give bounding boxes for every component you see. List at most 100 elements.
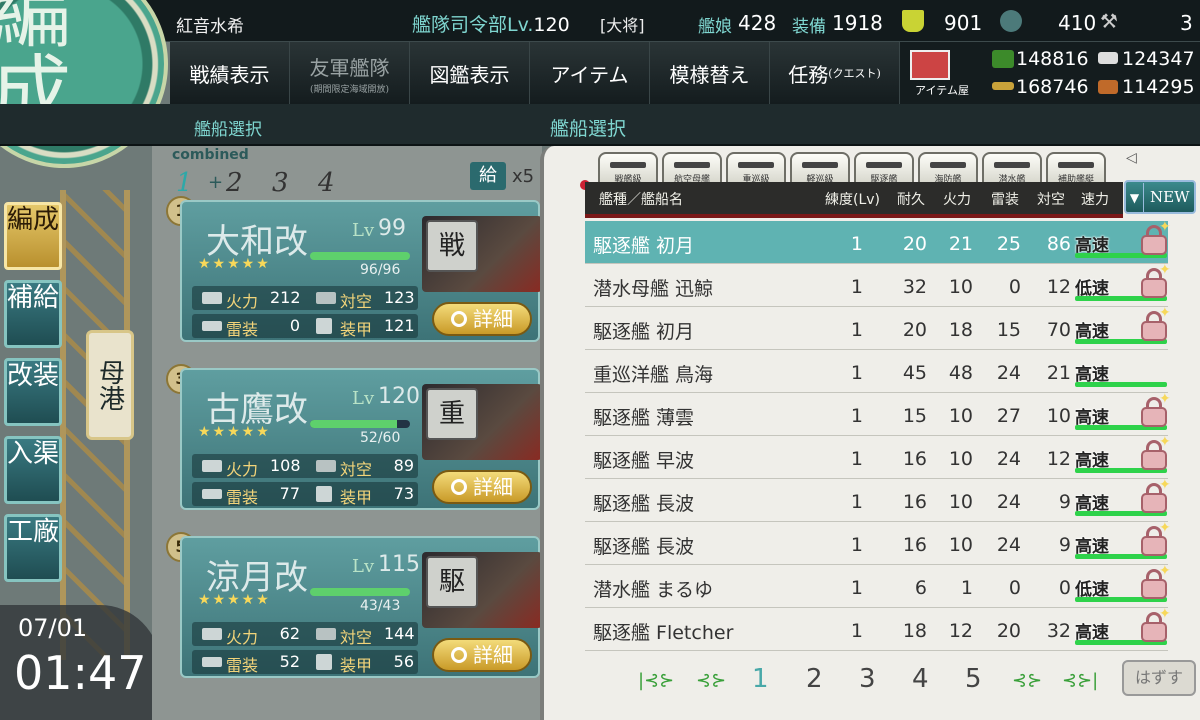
col-torpedo[interactable]: 雷装 xyxy=(991,189,1019,209)
fleet-tab-4[interactable]: 4 xyxy=(318,168,335,198)
lock-body xyxy=(1141,450,1167,470)
ship-detail-button[interactable]: 詳細 xyxy=(432,638,532,672)
port-button[interactable]: 母港 xyxy=(86,330,134,440)
heart-lock-icon[interactable]: ✦ xyxy=(1139,606,1171,642)
ship-stars: ★★★★★ xyxy=(198,592,271,608)
ship-list-firepower: 10 xyxy=(948,534,973,556)
ship-list-row[interactable]: 駆逐艦 長波 1 16 10 24 9 高速 ✦ xyxy=(585,477,1171,522)
menu-friend-fleet[interactable]: 友軍艦隊 (期間限定海域開放) xyxy=(290,42,410,104)
menu-furniture[interactable]: 模様替え xyxy=(650,42,770,104)
sort-button[interactable]: ▼ NEW xyxy=(1124,180,1196,214)
heart-lock-icon[interactable]: ✦ xyxy=(1139,477,1171,513)
nav-repair[interactable]: 入渠 xyxy=(4,436,62,504)
ship-list-row[interactable]: 駆逐艦 長波 1 16 10 24 9 高速 ✦ xyxy=(585,520,1171,565)
ship-detail-button[interactable]: 詳細 xyxy=(432,302,532,336)
heart-lock-icon[interactable]: ✦ xyxy=(1139,563,1171,599)
ship-list-row[interactable]: 重巡洋艦 鳥海 1 45 48 24 21 高速 xyxy=(585,350,1168,393)
supply-button[interactable]: 給 xyxy=(470,162,506,190)
fleet-ship-card[interactable]: 重 古鷹改 Lv 120 ★★★★★ 52/60 火力 108 対空 89 雷装… xyxy=(180,368,542,510)
ship-list-name: 潜水艦 まるゆ xyxy=(593,579,714,601)
category-tab[interactable]: 海防艦 xyxy=(918,152,978,185)
ship-list-firepower: 10 xyxy=(948,405,973,427)
page-1[interactable]: 1 xyxy=(752,664,769,694)
torpedo-value: 77 xyxy=(279,484,300,503)
col-firepower[interactable]: 火力 xyxy=(943,189,971,209)
ship-list-row[interactable]: 潜水母艦 迅鯨 1 32 10 0 12 低速 ✦ xyxy=(585,262,1171,307)
nav-supply[interactable]: 補給 xyxy=(4,280,62,348)
ship-list-name: 重巡洋艦 鳥海 xyxy=(593,364,714,386)
page-5[interactable]: 5 xyxy=(965,664,982,694)
fleet-tab-2[interactable]: 2 xyxy=(226,168,243,198)
ship-list-aa: 12 xyxy=(1046,448,1071,470)
ship-list-row[interactable]: 駆逐艦 薄雲 1 15 10 27 10 高速 ✦ xyxy=(585,391,1171,436)
col-name[interactable]: 艦種／艦船名 xyxy=(599,189,683,209)
ship-list-row[interactable]: 駆逐艦 Fletcher 1 18 12 20 32 高速 ✦ xyxy=(585,606,1171,651)
ship-list-row[interactable]: 潜水艦 まるゆ 1 6 1 0 0 低速 ✦ xyxy=(585,563,1171,608)
equipment-label: 装備 xyxy=(792,17,826,37)
item-shop-button[interactable]: アイテム屋 xyxy=(900,42,984,104)
sparkle-icon: ✦ xyxy=(1159,219,1171,235)
page-4[interactable]: 4 xyxy=(912,664,929,694)
ship-list-aa: 12 xyxy=(1046,276,1071,298)
ship-list-aa: 9 xyxy=(1058,534,1071,556)
screw-icon: ⚒ xyxy=(1100,9,1118,33)
prev-page-button[interactable]: ⊰⊱ xyxy=(696,670,726,691)
ship-detail-button[interactable]: 詳細 xyxy=(432,470,532,504)
fleet-tab-3[interactable]: 3 xyxy=(272,168,289,198)
magnifier-icon xyxy=(451,479,467,495)
nav-arsenal[interactable]: 工廠 xyxy=(4,514,62,582)
ship-list-aa: 0 xyxy=(1058,577,1071,599)
ship-list-row[interactable]: 駆逐艦 早波 1 16 10 24 12 高速 ✦ xyxy=(585,434,1171,479)
stat-row-2: 雷装 52 装甲 56 xyxy=(192,650,418,675)
ship-list-level: 1 xyxy=(850,319,863,341)
armor-value: 121 xyxy=(384,316,415,335)
menu-items[interactable]: アイテム xyxy=(530,42,650,104)
menu-picture-book[interactable]: 図鑑表示 xyxy=(410,42,530,104)
category-tab[interactable]: 軽巡級 xyxy=(790,152,850,185)
heart-lock-icon[interactable]: ✦ xyxy=(1139,262,1171,298)
shiplist-section-title: 艦船選択 xyxy=(550,118,627,140)
nav-remodel[interactable]: 改装 xyxy=(4,358,62,426)
fleet-tab-1[interactable]: 1 xyxy=(176,168,193,198)
col-aa[interactable]: 対空 xyxy=(1037,189,1065,209)
remove-ship-button[interactable]: はずす xyxy=(1122,660,1196,696)
torpedo-value: 0 xyxy=(289,316,300,335)
last-page-button[interactable]: ⊰⊱| xyxy=(1062,670,1098,691)
page-3[interactable]: 3 xyxy=(859,664,876,694)
category-tab[interactable]: 補助艦艇 xyxy=(1046,152,1106,185)
category-tab[interactable]: 航空母艦 xyxy=(662,152,722,185)
torpedo-label: 雷装 xyxy=(226,488,259,507)
first-page-button[interactable]: |⊰⊱ xyxy=(638,670,674,691)
heart-lock-icon[interactable]: ✦ xyxy=(1139,520,1171,556)
menu-war-record[interactable]: 戦績表示 xyxy=(170,42,290,104)
category-tab[interactable]: 駆逐艦 xyxy=(854,152,914,185)
menu-quests[interactable]: 任務 (クエスト) xyxy=(770,42,900,104)
ship-list-firepower: 21 xyxy=(948,233,973,255)
heart-lock-icon[interactable]: ✦ xyxy=(1139,305,1171,341)
tab-collapse-arrow[interactable]: ◁ xyxy=(1126,150,1137,166)
ship-list-level: 1 xyxy=(850,448,863,470)
ship-stars: ★★★★★ xyxy=(198,256,271,272)
category-tab[interactable]: 重巡級 xyxy=(726,152,786,185)
col-speed[interactable]: 速力 xyxy=(1081,189,1109,209)
heart-lock-icon[interactable]: ✦ xyxy=(1139,219,1171,255)
category-tab[interactable]: 戦艦級 xyxy=(598,152,658,185)
firepower-icon xyxy=(202,460,222,472)
col-hp[interactable]: 耐久 xyxy=(897,189,925,209)
ship-list-row[interactable]: 駆逐艦 初月 1 20 18 15 70 高速 ✦ xyxy=(585,305,1171,350)
ship-list-aa: 10 xyxy=(1046,405,1071,427)
heart-lock-icon[interactable]: ✦ xyxy=(1139,434,1171,470)
category-tab[interactable]: 潜水艦 xyxy=(982,152,1042,185)
sparkle-icon: ✦ xyxy=(1159,606,1171,622)
ship-list-firepower: 10 xyxy=(948,276,973,298)
fleet-ship-card[interactable]: 駆 涼月改 Lv 115 ★★★★★ 43/43 火力 62 対空 144 雷装… xyxy=(180,536,542,678)
ship-silhouette-icon xyxy=(930,162,966,168)
col-level[interactable]: 練度(Lv) xyxy=(825,189,880,209)
nav-organize[interactable]: 編成 xyxy=(4,202,62,270)
ship-list-row[interactable]: 駆逐艦 初月 1 20 21 25 86 高速 ✦ xyxy=(585,219,1171,264)
next-page-button[interactable]: ⊰⊱ xyxy=(1012,670,1042,691)
page-2[interactable]: 2 xyxy=(806,664,823,694)
armor-icon xyxy=(316,654,332,670)
fleet-ship-card[interactable]: 戦 大和改 Lv 99 ★★★★★ 96/96 火力 212 対空 123 雷装… xyxy=(180,200,542,342)
heart-lock-icon[interactable]: ✦ xyxy=(1139,391,1171,427)
